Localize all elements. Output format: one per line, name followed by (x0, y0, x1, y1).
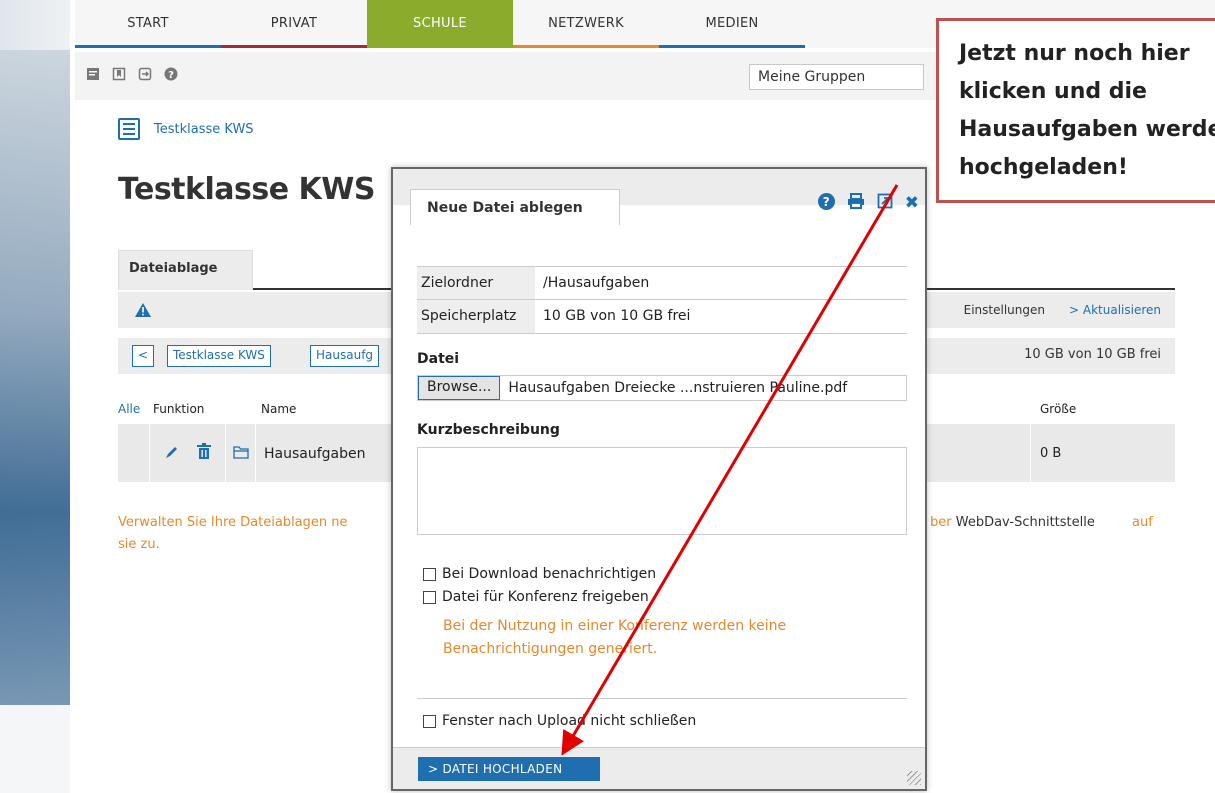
browse-button[interactable]: Browse... (418, 376, 501, 400)
nav-tab-start[interactable]: START (75, 0, 221, 48)
dialog-footer: > DATEI HOCHLADEN (393, 747, 925, 789)
annotation-line-1: Jetzt nur noch hier (959, 41, 1190, 66)
description-label: Kurzbeschreibung (417, 422, 560, 438)
path-sub-button[interactable]: Hausaufg (310, 345, 380, 367)
nav-tab-netzwerk[interactable]: NETZWERK (513, 0, 659, 48)
checkbox[interactable] (423, 567, 436, 581)
background-image-strip (0, 0, 70, 793)
checkbox[interactable] (423, 590, 436, 604)
nav-tab-medien[interactable]: MEDIEN (659, 0, 805, 48)
selected-file-name: Hausaufgaben Dreiecke ...nstruieren Paul… (508, 380, 848, 396)
help-icon[interactable]: ? (817, 193, 835, 210)
file-label: Datei (417, 351, 460, 367)
webdav-text: ber WebDav-Schnittstelle (930, 512, 1095, 534)
dialog-toolbar: ? ✖ (817, 193, 919, 214)
file-input[interactable]: Browse... Hausaufgaben Dreiecke ...nstru… (417, 375, 907, 401)
space-label: Speicherplatz (417, 300, 535, 333)
trash-icon[interactable] (196, 443, 212, 464)
dialog-title: Neue Datei ablegen (410, 189, 620, 225)
column-name[interactable]: Name (261, 402, 296, 416)
settings-link[interactable]: Einstellungen (964, 303, 1045, 317)
open-external-icon[interactable] (877, 193, 893, 214)
screenshot-root: START PRIVAT SCHULE NETZWERK MEDIEN ? Me… (0, 0, 1215, 793)
help-icon[interactable]: ? (163, 66, 179, 82)
keep-open-checkbox[interactable]: Fenster nach Upload nicht schließen (423, 713, 696, 729)
space-value: 10 GB von 10 GB frei (543, 308, 691, 324)
path-root-button[interactable]: Testklasse KWS (167, 345, 271, 367)
target-label: Zielordner (417, 267, 535, 299)
webdav-prefix: ber (930, 515, 956, 530)
refresh-link[interactable]: > Aktualisieren (1069, 303, 1161, 317)
print-icon[interactable] (847, 193, 865, 214)
path-back-button[interactable]: < (132, 345, 155, 367)
upload-button[interactable]: > DATEI HOCHLADEN (418, 757, 600, 781)
upload-dialog: Neue Datei ablegen ? ✖ Zielordner /Hausa… (391, 167, 927, 791)
share-conference-checkbox[interactable]: Datei für Konferenz freigeben (423, 589, 649, 605)
tab-dateiablage[interactable]: Dateiablage (118, 250, 253, 290)
column-size[interactable]: Größe (1040, 402, 1076, 416)
folder-name[interactable]: Hausaufgaben (264, 446, 366, 462)
free-space-text: 10 GB von 10 GB frei (1024, 347, 1161, 362)
column-function: Funktion (153, 402, 205, 416)
warning-icon (134, 302, 152, 323)
annotation-line-3: Hausaufgaben werden (959, 117, 1215, 142)
breadcrumb-link[interactable]: Testklasse KWS (154, 122, 254, 137)
groups-select[interactable]: Meine Gruppen (749, 64, 924, 90)
notify-download-checkbox[interactable]: Bei Download benachrichtigen (423, 566, 656, 582)
breadcrumb: Testklasse KWS (118, 118, 254, 140)
description-textarea[interactable] (417, 447, 907, 535)
conference-warning: Bei der Nutzung in einer Konferenz werde… (443, 618, 787, 657)
page-title: Testklasse KWS (118, 172, 375, 207)
folder-icon (233, 445, 249, 463)
annotation-line-4: hochgeladen! (959, 155, 1128, 180)
share-conference-label: Datei für Konferenz freigeben (442, 589, 649, 605)
logout-icon[interactable] (137, 66, 153, 82)
webdav-suffix: auf (1132, 515, 1153, 530)
annotation-line-2: klicken und die (959, 79, 1147, 104)
close-icon[interactable]: ✖ (905, 193, 919, 214)
edit-icon[interactable] (164, 444, 180, 464)
bookmark-icon[interactable] (111, 66, 127, 82)
folder-size: 0 B (1040, 446, 1062, 461)
nav-tab-privat[interactable]: PRIVAT (221, 0, 367, 48)
note-icon[interactable] (85, 66, 101, 82)
target-properties: Zielordner /Hausaufgaben Speicherplatz 1… (417, 266, 907, 334)
list-icon (118, 118, 140, 140)
notify-download-label: Bei Download benachrichtigen (442, 566, 657, 582)
select-all-link[interactable]: Alle (118, 402, 140, 416)
webdav-link[interactable]: WebDav-Schnittstelle (956, 515, 1095, 530)
divider (417, 698, 907, 699)
resize-grip-icon[interactable] (907, 771, 921, 785)
annotation-callout: Jetzt nur noch hier klicken und die Haus… (936, 18, 1215, 203)
keep-open-label: Fenster nach Upload nicht schließen (442, 713, 697, 729)
checkbox[interactable] (423, 714, 436, 728)
svg-text:?: ? (168, 70, 174, 81)
target-value: /Hausaufgaben (543, 275, 650, 291)
nav-tab-schule[interactable]: SCHULE (367, 0, 513, 48)
